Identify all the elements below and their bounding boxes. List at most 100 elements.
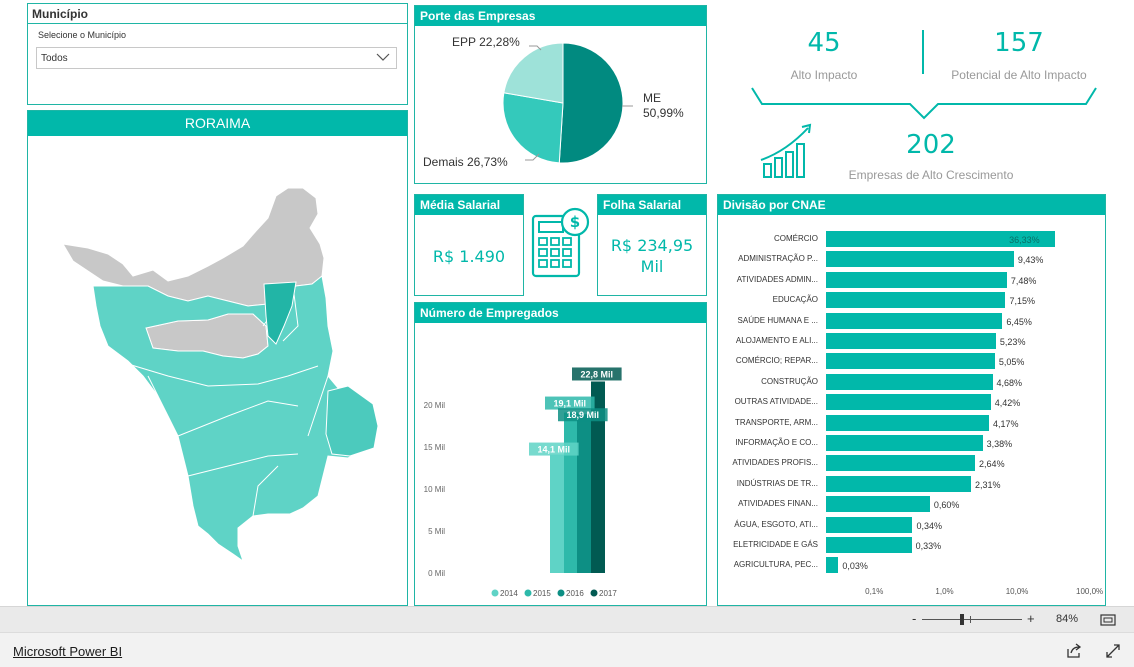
cnae-row[interactable]: ATIVIDADES PROFIS... 2,64% [718, 455, 1103, 472]
cnae-bar[interactable] [826, 475, 971, 492]
cnae-row[interactable]: ALOJAMENTO E ALI... 5,23% [718, 333, 1103, 350]
cnae-bar[interactable] [826, 373, 993, 390]
cnae-bar[interactable] [826, 455, 976, 472]
cnae-row[interactable]: ELETRICIDADE E GÁS 0,33% [718, 537, 1103, 554]
media-salarial-panel: Média Salarial R$ 1.490 [414, 194, 524, 296]
cnae-x-axis: 0,1% 1,0% 10,0% 100,0% [718, 587, 1105, 599]
zoom-slider-handle[interactable] [960, 614, 964, 625]
cnae-bar[interactable] [826, 557, 839, 574]
kpi-area: 45 Alto Impacto 157 Potencial de Alto Im… [714, 0, 1134, 192]
kpi-bracket [751, 87, 1097, 120]
cnae-label: ADMINISTRAÇÃO P... [738, 254, 818, 264]
calculator-money-icon: $ [531, 207, 590, 278]
zoom-slider[interactable] [922, 614, 1022, 625]
chevron-down-icon [376, 53, 390, 61]
cnae-bar[interactable] [826, 292, 1006, 309]
alto-impacto-label: Alto Impacto [790, 68, 858, 82]
cnae-value: 4,68% [996, 377, 1023, 388]
cnae-value: 4,17% [993, 418, 1019, 429]
legend-marker [590, 589, 598, 597]
cnae-label: SAÚDE HUMANA E ... [737, 315, 818, 325]
cnae-value: 9,43% [1017, 255, 1044, 266]
cnae-value: 7,48% [1010, 275, 1037, 286]
cnae-row[interactable]: INFORMAÇÃO E CO... 3,38% [718, 435, 1103, 452]
cnae-xtick: 1,0% [935, 587, 954, 596]
cnae-row[interactable]: COMÉRCIO 36,33% [718, 231, 1103, 248]
bar-2014[interactable] [550, 454, 564, 573]
municipio-slicer: Município Selecione o Município Todos [27, 3, 408, 105]
growth-chart-icon [760, 123, 812, 178]
cnae-chart[interactable]: COMÉRCIO 36,33% ADMINISTRAÇÃO P... 9,43% ATI… [718, 231, 1105, 581]
cnae-xtick: 0,1% [865, 587, 884, 596]
cnae-xtick: 10,0% [1005, 587, 1029, 596]
empregados-title: Número de Empregados [415, 303, 706, 323]
legend-label[interactable]: 2017 [599, 589, 617, 598]
cnae-bar[interactable] [826, 251, 1014, 268]
media-salarial-value: R$ 1.490 [432, 247, 506, 266]
empregados-chart[interactable]: 0 Mil 5 Mil 10 Mil 15 Mil 20 Mil 14,1 Mil 19,1… [415, 323, 706, 605]
cnae-value: 0,34% [916, 520, 943, 531]
svg-text:$: $ [570, 213, 580, 231]
pie-slice-demais[interactable] [502, 92, 564, 164]
cnae-row[interactable]: INDÚSTRIAS DE TR... 2,31% [718, 475, 1103, 493]
cnae-bar[interactable] [826, 435, 983, 451]
cnae-row[interactable]: EDUCAÇÃO 7,15% [718, 292, 1103, 309]
cnae-row[interactable]: ATIVIDADES FINAN... 0,60% [718, 496, 1103, 513]
fit-to-page-icon[interactable] [1100, 614, 1116, 626]
legend-marker [524, 589, 532, 597]
fullscreen-icon[interactable] [1105, 643, 1121, 659]
bar-2015[interactable] [564, 412, 578, 573]
cnae-row[interactable]: ÁGUA, ESGOTO, ATI... 0,34% [718, 516, 1103, 534]
cnae-label: ATIVIDADES ADMIN... [736, 274, 818, 284]
roraima-map[interactable] [28, 136, 407, 605]
status-bar: - + 84% [0, 606, 1134, 632]
cnae-bar[interactable] [826, 271, 1007, 288]
cnae-bar[interactable] [826, 394, 991, 411]
cnae-value: 6,45% [1006, 316, 1032, 327]
pie-label-me-name: ME [643, 91, 661, 105]
legend-label[interactable]: 2015 [533, 589, 551, 598]
cnae-title: Divisão por CNAE [718, 195, 1105, 215]
cnae-value: 7,15% [1009, 296, 1035, 307]
pie-label-me: ME 50,99% [643, 91, 684, 121]
cnae-row[interactable]: TRANSPORTE, ARM... 4,17% [718, 414, 1103, 432]
y-tick-label: 20 Mil [424, 401, 446, 410]
pie-slice-me[interactable] [558, 42, 624, 164]
data-label: 14,1 Mil [538, 445, 571, 455]
cnae-bar[interactable] [826, 353, 995, 370]
cnae-bar[interactable] [826, 516, 913, 533]
cnae-row[interactable]: ADMINISTRAÇÃO P... 9,43% [718, 251, 1103, 268]
cnae-bar[interactable] [826, 537, 912, 553]
municipio-label: Selecione o Município [38, 30, 127, 40]
pie-label-me-value: 50,99% [643, 106, 684, 120]
cnae-row[interactable]: ATIVIDADES ADMIN... 7,48% [718, 271, 1103, 289]
share-icon[interactable] [1066, 643, 1082, 659]
zoom-in-button[interactable]: + [1027, 611, 1035, 626]
bar-2016[interactable] [577, 414, 591, 573]
legend-label[interactable]: 2016 [566, 589, 584, 598]
cnae-value: 36,33% [1009, 235, 1040, 245]
legend-label[interactable]: 2014 [500, 589, 518, 598]
cnae-row[interactable]: AGRICULTURA, PEC... 0,03% [718, 557, 1103, 574]
cnae-row[interactable]: CONSTRUÇÃO 4,68% [718, 373, 1103, 391]
cnae-bar[interactable] [826, 496, 930, 513]
cnae-label: TRANSPORTE, ARM... [735, 417, 818, 427]
cnae-value: 0,03% [842, 561, 868, 572]
cnae-xtick: 100,0% [1076, 587, 1104, 596]
pie-slice-epp[interactable] [503, 42, 564, 104]
cnae-label: ELETRICIDADE E GÁS [733, 540, 818, 549]
cnae-label: ALOJAMENTO E ALI... [735, 336, 818, 345]
cnae-row[interactable]: OUTRAS ATIVIDADE... 4,42% [718, 394, 1103, 411]
power-bi-link[interactable]: Microsoft Power BI [13, 644, 122, 659]
municipio-dropdown[interactable]: Todos [36, 47, 397, 69]
cnae-row[interactable]: SAÚDE HUMANA E ... 6,45% [718, 312, 1103, 330]
cnae-bar[interactable] [826, 312, 1003, 329]
cnae-value: 5,23% [999, 337, 1026, 347]
zoom-out-button[interactable]: - [912, 611, 916, 626]
cnae-label: INDÚSTRIAS DE TR... [736, 478, 818, 488]
cnae-row[interactable]: COMÉRCIO; REPAR... 5,05% [718, 353, 1103, 370]
cnae-bar[interactable] [826, 333, 996, 349]
porte-panel: Porte das Empresas EPP 22,28% ME 50,99% … [414, 5, 707, 184]
cnae-bar[interactable] [826, 414, 989, 431]
y-tick-label: 10 Mil [424, 485, 446, 494]
